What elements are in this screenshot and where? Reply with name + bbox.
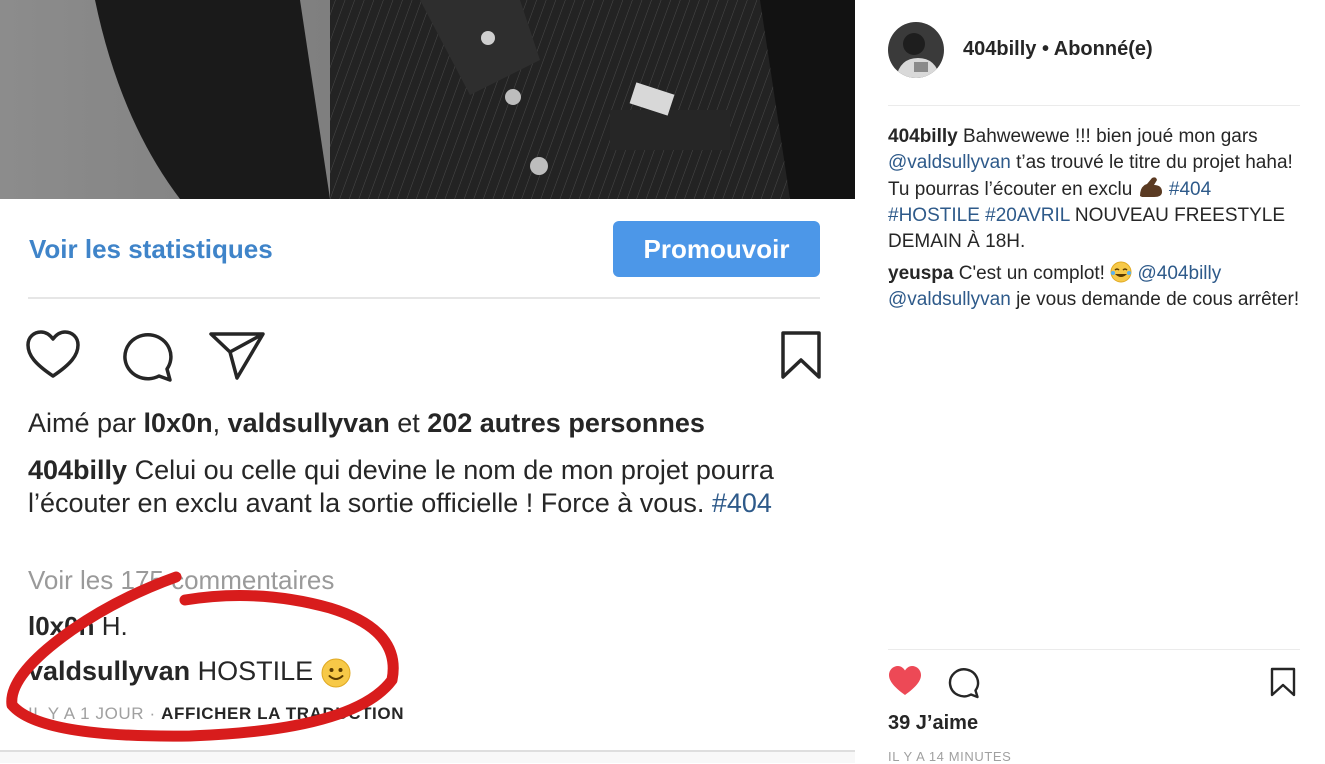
comment-row: yeuspa C'est un complot! @404billy @vald… [888,261,1300,313]
avatar[interactable] [888,22,944,78]
hashtag-link[interactable]: #20AVRIL [985,205,1070,226]
comment-icon[interactable] [118,329,174,383]
meta-separator: · [144,704,162,723]
view-all-comments-link[interactable]: Voir les 175 commentaires [28,565,334,596]
comment-text: Bahwewewe !!! bien joué mon gars [957,126,1258,147]
divider [888,105,1300,106]
flexed-biceps-emoji [1139,177,1162,197]
comment-text: HOSTILE [190,656,321,686]
mention-link[interactable]: @404billy [1138,263,1222,284]
comment-row: 404billy Bahwewewe !!! bien joué mon gar… [888,124,1300,255]
comment-username[interactable]: valdsullyvan [28,656,190,686]
caption-text: Celui ou celle qui devine le nom de mon … [28,455,774,518]
panel-header: 404billy • Abonné(e) [963,38,1153,61]
caption-hashtag[interactable]: #404 [712,488,772,518]
liker-username[interactable]: l0x0n [144,408,213,438]
comment-username[interactable]: yeuspa [888,263,953,284]
comment-text: H. [94,611,128,641]
heart-outline-icon[interactable] [25,329,81,381]
liker-username[interactable]: valdsullyvan [228,408,390,438]
mention-link[interactable]: @valdsullyvan [888,152,1011,173]
bottom-strip [0,752,855,763]
comment-text: je vous demande de cous arrêter! [1010,289,1300,310]
divider [888,649,1300,650]
share-icon[interactable] [208,330,266,382]
comment-text: C'est un complot! [953,263,1111,284]
bookmark-icon[interactable] [1270,667,1296,697]
heart-filled-icon[interactable] [888,665,922,697]
smile-emoji [321,658,351,688]
view-statistics-link[interactable]: Voir les statistiques [29,234,273,265]
likes-prefix: Aimé par [28,408,144,438]
translate-link[interactable]: AFFICHER LA TRADUCTION [161,704,404,723]
like-count[interactable]: 39 J’aime [888,712,978,735]
comment-meta: IL Y A 1 JOUR · AFFICHER LA TRADUCTION [28,704,404,724]
avatar-image [888,22,944,78]
comment-row: l0x0n H. [28,611,128,642]
other-likers-link[interactable]: 202 autres personnes [427,408,705,438]
comments-panel: 404billy • Abonné(e) 404billy Bahwewewe … [855,0,1325,764]
mention-link[interactable]: @valdsullyvan [888,289,1011,310]
hashtag-link[interactable]: #404 [1169,179,1211,200]
post-caption: 404billy Celui ou celle qui devine le no… [28,454,818,520]
promote-button[interactable]: Promouvoir [613,221,820,277]
bookmark-icon[interactable] [780,330,822,380]
follow-status: • Abonné(e) [1036,38,1153,60]
comment-icon[interactable] [946,666,980,699]
comment-username[interactable]: l0x0n [28,611,95,641]
header-username[interactable]: 404billy [963,38,1036,60]
post-view: Voir les statistiques Promouvoir Aimé pa… [0,0,855,763]
post-timestamp: IL Y A 14 MINUTES [888,749,1012,764]
post-photo[interactable] [0,0,855,199]
tears-of-joy-emoji [1110,261,1132,283]
likes-separator: , [212,408,228,438]
likes-conjunction: et [389,408,428,438]
comment-row: valdsullyvan HOSTILE [28,656,351,688]
hashtag-link[interactable]: #HOSTILE [888,205,980,226]
divider [28,297,820,299]
comment-time: IL Y A 1 JOUR [28,704,145,723]
likes-summary: Aimé par l0x0n, valdsullyvan et 202 autr… [28,408,705,439]
comment-username[interactable]: 404billy [888,126,958,147]
suit-photo [0,0,855,199]
caption-username[interactable]: 404billy [28,455,127,485]
